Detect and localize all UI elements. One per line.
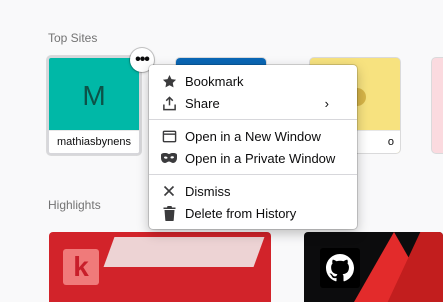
top-site-tile[interactable] [432, 58, 443, 153]
tile-label: mathiasbynens [49, 130, 139, 153]
highlight-card[interactable] [304, 232, 443, 302]
private-mask-icon [161, 150, 177, 166]
highlight-card[interactable]: k [49, 232, 271, 302]
menu-item-label: Dismiss [185, 183, 231, 199]
menu-item-delete-from-history[interactable]: Delete from History [149, 202, 357, 224]
menu-item-bookmark[interactable]: Bookmark [149, 70, 357, 92]
github-icon [320, 248, 360, 288]
menu-item-label: Delete from History [185, 205, 297, 221]
menu-item-label: Bookmark [185, 73, 244, 89]
menu-item-label: Share [185, 95, 220, 111]
menu-separator [149, 174, 357, 175]
menu-item-label: Open in a New Window [185, 128, 321, 144]
menu-item-share[interactable]: Share › [149, 92, 357, 114]
menu-item-open-new-window[interactable]: Open in a New Window [149, 125, 357, 147]
highlights-section-title: Highlights [48, 198, 101, 212]
site-logo: k [63, 249, 99, 285]
trash-icon [161, 205, 177, 221]
context-menu: Bookmark Share › Open in a New Window Op… [149, 65, 357, 229]
top-sites-section-title: Top Sites [48, 31, 98, 45]
new-window-icon [161, 128, 177, 144]
star-icon [161, 73, 177, 89]
chevron-right-icon: › [324, 95, 329, 111]
menu-item-dismiss[interactable]: Dismiss [149, 180, 357, 202]
tile-letter: M [82, 80, 106, 111]
menu-item-label: Open in a Private Window [185, 150, 336, 166]
share-icon [161, 95, 177, 111]
menu-item-open-private-window[interactable]: Open in a Private Window [149, 147, 357, 169]
more-icon: ••• [135, 51, 150, 68]
close-icon [161, 183, 177, 199]
top-site-tile-mathiasbynens[interactable]: M mathiasbynens [47, 56, 141, 155]
card-image [103, 237, 265, 267]
menu-separator [149, 119, 357, 120]
